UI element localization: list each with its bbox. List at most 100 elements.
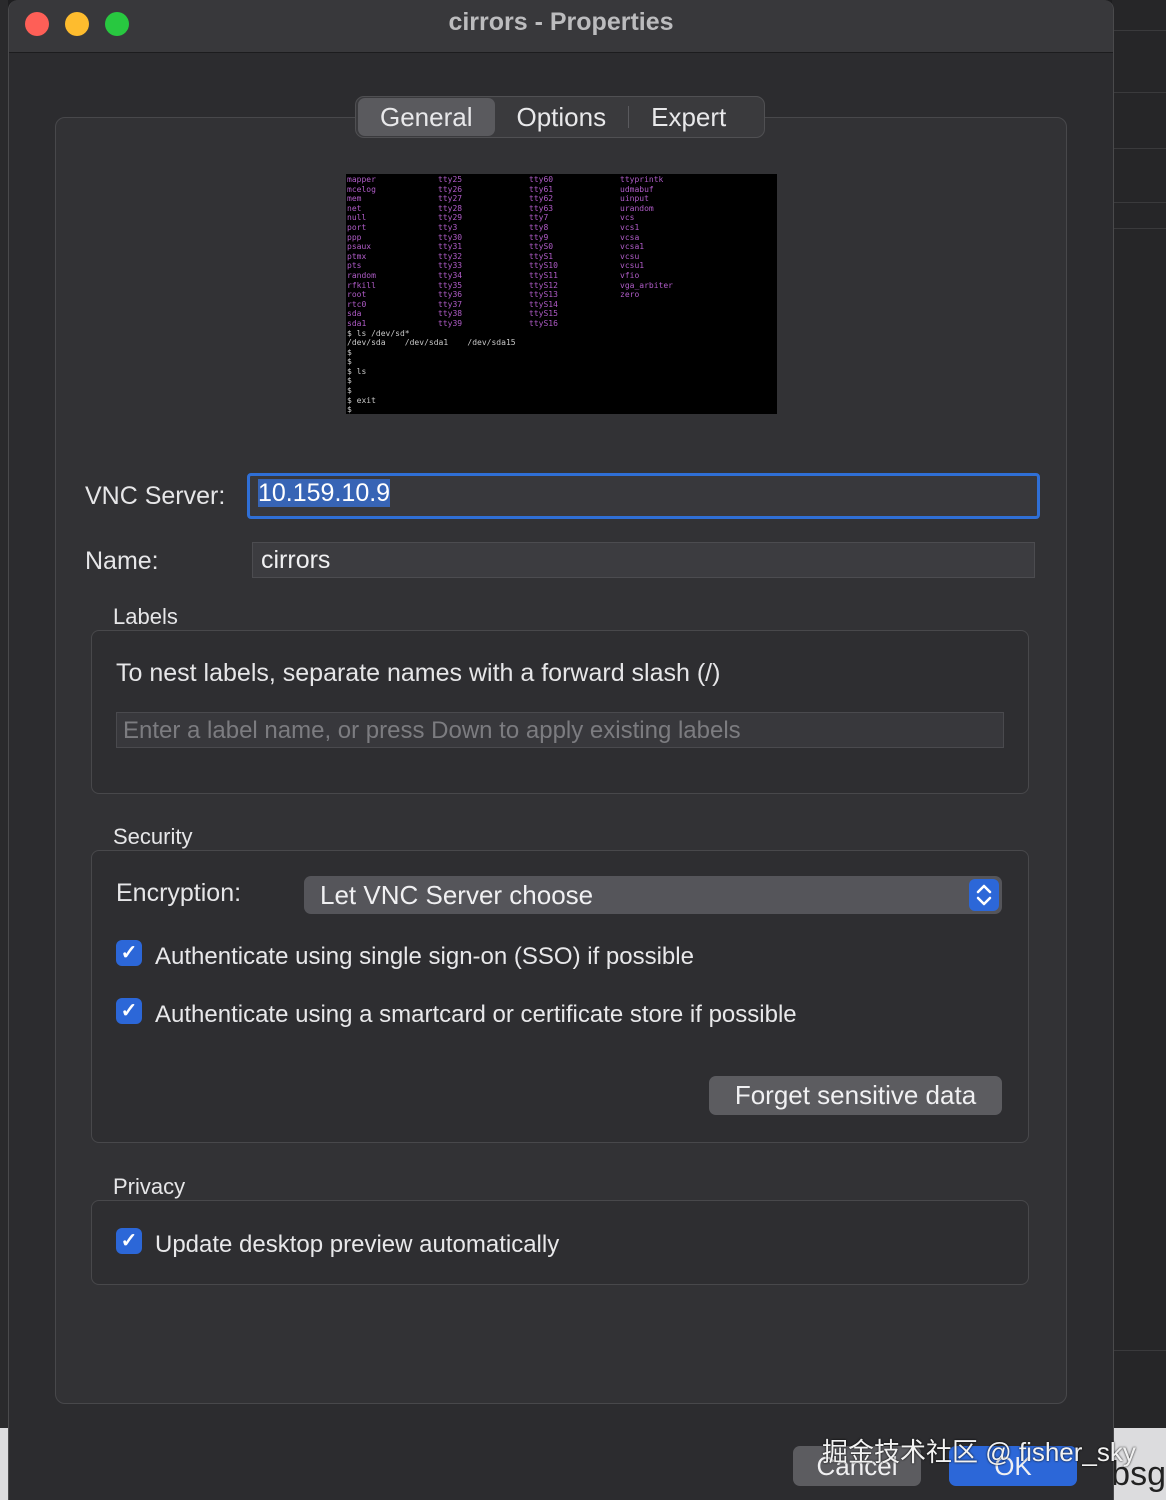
encryption-select[interactable]: Let VNC Server choose: [304, 876, 1002, 914]
labels-section-title: Labels: [113, 604, 178, 629]
preview-text-line: tty38: [438, 309, 463, 319]
preview-text-line: ttyS13: [529, 290, 558, 300]
sso-label: Authenticate using single sign-on (SSO) …: [155, 943, 694, 970]
vnc-server-value: 10.159.10.9: [258, 479, 391, 507]
tab-general[interactable]: General: [358, 98, 495, 136]
properties-window: cirrors - Properties General Options Exp…: [8, 0, 1114, 1500]
preview-text-line: $ ls: [347, 366, 367, 376]
watermark: 掘金技术社区 @ fisher_sky: [822, 1437, 1136, 1467]
chevron-updown-icon: [969, 879, 999, 911]
background-app-left: [0, 0, 8, 1500]
preview-text-line: ptmx: [347, 251, 367, 261]
privacy-section-title: Privacy: [113, 1174, 186, 1199]
preview-text-line: mem: [347, 194, 362, 204]
background-app-right: [1112, 0, 1166, 1500]
preview-text-line: vcsu: [620, 251, 640, 261]
preview-text-line: tty7: [529, 213, 549, 223]
sso-checkbox[interactable]: ✓: [116, 940, 142, 966]
preview-text-line: sda: [347, 309, 362, 319]
preview-text-line: tty3: [438, 222, 458, 232]
preview-text-line: tty35: [438, 280, 463, 290]
smartcard-checkbox[interactable]: ✓: [116, 998, 142, 1024]
preview-text-line: psaux: [347, 242, 372, 252]
update-preview-checkbox[interactable]: ✓: [116, 1228, 142, 1254]
preview-text-line: null: [347, 213, 367, 223]
preview-text-line: tty60: [529, 175, 554, 184]
preview-text-line: ttyS1: [529, 251, 554, 261]
preview-text-line: root: [347, 290, 367, 300]
preview-text-line: $ exit: [347, 395, 376, 405]
preview-text-line: ppp: [347, 232, 362, 242]
encryption-value: Let VNC Server choose: [320, 880, 594, 910]
preview-text-line: tty9: [529, 232, 549, 242]
checkmark-icon: ✓: [120, 1000, 138, 1022]
preview-text-line: tty62: [529, 194, 554, 204]
preview-column-3: tty60 tty61 tty62 tty63 tty7 tty8 tty9 ttyS0 tty…: [529, 175, 558, 329]
preview-text-line: ttyS0: [529, 242, 554, 252]
preview-text-line: sda1: [347, 318, 367, 328]
preview-text-line: $: [347, 357, 352, 367]
labels-hint: To nest labels, separate names with a fo…: [116, 659, 721, 687]
preview-text-line: pts: [347, 261, 362, 271]
forget-sensitive-data-button[interactable]: Forget sensitive data: [709, 1076, 1002, 1115]
preview-text-line: $ ls /dev/sd*: [347, 328, 410, 338]
preview-text-line: tty37: [438, 299, 463, 309]
preview-text-line: tty36: [438, 290, 463, 300]
preview-text-line: ttyS16: [529, 318, 558, 328]
preview-text-line: tty26: [438, 184, 463, 194]
name-input[interactable]: cirrors: [252, 542, 1035, 578]
preview-text-line: vga_arbiter: [620, 280, 673, 290]
preview-text-line: ttyS15: [529, 309, 558, 319]
preview-text-line: urandom: [620, 203, 654, 213]
preview-text-line: random: [347, 270, 376, 280]
label-name-input[interactable]: Enter a label name, or press Down to app…: [116, 712, 1004, 748]
preview-text-line: vfio: [620, 270, 640, 280]
preview-text-line: rtc0: [347, 299, 367, 309]
preview-column-4: ttyprintk udmabuf uinput urandom vcs vcs1 vcsa…: [620, 175, 673, 300]
preview-column-2: tty25 tty26 tty27 tty28 tty29 tty3 tty30 tty31 t…: [438, 175, 462, 329]
update-preview-label: Update desktop preview automatically: [155, 1231, 560, 1258]
smartcard-label: Authenticate using a smartcard or certif…: [155, 1001, 797, 1028]
name-label: Name:: [85, 547, 159, 575]
preview-text-line: ttyprintk: [620, 175, 664, 184]
preview-text-line: vcsa: [620, 232, 640, 242]
preview-text-line: tty28: [438, 203, 463, 213]
preview-text-line: tty27: [438, 194, 463, 204]
preview-text-line: rfkill: [347, 280, 376, 290]
tab-options[interactable]: Options: [495, 98, 629, 136]
preview-text-line: $: [347, 347, 352, 357]
preview-text-line: ttyS10: [529, 261, 558, 271]
checkmark-icon: ✓: [120, 1230, 138, 1252]
tab-expert[interactable]: Expert: [629, 98, 748, 136]
vnc-server-label: VNC Server:: [85, 482, 226, 510]
preview-text-line: mapper: [347, 175, 376, 184]
preview-text-line: tty25: [438, 175, 463, 184]
preview-text-line: $: [347, 386, 352, 396]
preview-text-line: /dev/sda /dev/sda1 /dev/sda15: [347, 338, 516, 348]
tab-bar: General Options Expert: [355, 96, 765, 138]
preview-text-line: vcsa1: [620, 242, 645, 252]
desktop-preview-thumbnail: mapper mcelog mem net null port ppp psaux ptmx pt…: [346, 174, 777, 414]
preview-text-line: $: [347, 376, 352, 386]
preview-column-1: mapper mcelog mem net null port ppp psaux ptmx pt…: [347, 175, 516, 414]
preview-text-line: tty34: [438, 270, 463, 280]
preview-text-line: tty33: [438, 261, 463, 271]
preview-text-line: ttyS11: [529, 270, 558, 280]
preview-text-line: mcelog: [347, 184, 376, 194]
preview-text-line: net: [347, 203, 362, 213]
preview-text-line: tty32: [438, 251, 463, 261]
preview-text-line: vcs1: [620, 222, 640, 232]
vnc-server-input[interactable]: 10.159.10.9: [247, 473, 1040, 519]
security-section-title: Security: [113, 824, 193, 849]
preview-text-line: uinput: [620, 194, 649, 204]
preview-text-line: vcs: [620, 213, 635, 223]
preview-text-line: tty61: [529, 184, 554, 194]
preview-text-line: tty39: [438, 318, 463, 328]
preview-text-line: ttyS12: [529, 280, 558, 290]
preview-text-line: port: [347, 222, 367, 232]
preview-text-line: ttyS14: [529, 299, 558, 309]
preview-text-line: tty63: [529, 203, 554, 213]
preview-text-line: $: [347, 405, 352, 414]
preview-text-line: tty29: [438, 213, 463, 223]
encryption-label: Encryption:: [116, 879, 242, 907]
